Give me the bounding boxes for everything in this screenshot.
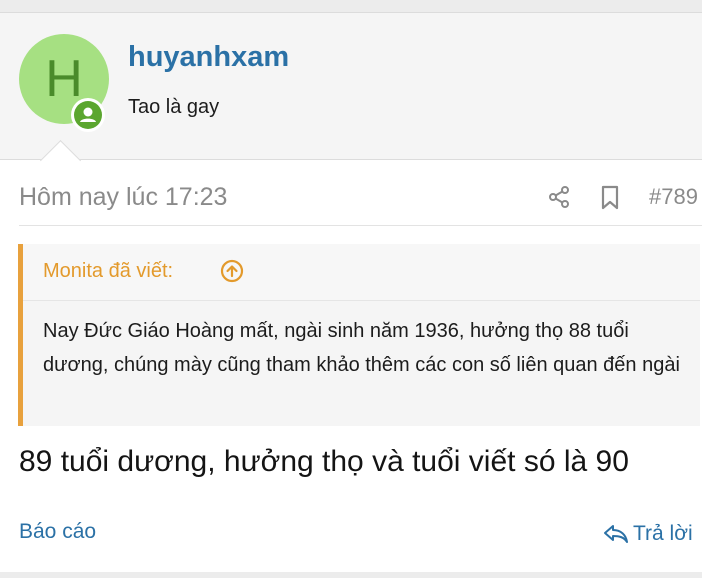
arrow-up-circle-icon[interactable] [220,259,244,283]
quote-author[interactable]: Monita đã viết: [43,260,173,283]
post-number-link[interactable]: #789 [649,184,698,210]
quote-text: Nay Đức Giáo Hoàng mất, ngài sinh năm 19… [43,320,680,376]
reply-icon [604,525,628,543]
post-container: H huyanhxam Tao là gay Hôm nay lúc 17:23… [0,12,702,573]
quote-header: Monita đã viết: [23,244,700,301]
bookmark-icon[interactable] [599,185,621,211]
post-meta: Hôm nay lúc 17:23 #789 [19,181,702,226]
share-icon[interactable] [547,185,571,209]
top-strip [0,0,702,12]
reply-label: Trả lời [633,522,693,545]
report-link[interactable]: Báo cáo [19,520,96,544]
username-link[interactable]: huyanhxam [128,41,289,74]
reply-button[interactable]: Trả lời [603,520,693,548]
bottom-strip [0,572,702,578]
post-message: 89 tuổi dương, hưởng thọ và tuổi viết só… [19,445,629,478]
user-block: H huyanhxam Tao là gay [0,13,702,160]
online-status-badge [71,98,105,132]
user-title: Tao là gay [128,96,220,118]
quote-block: Monita đã viết: Nay Đức Giáo Hoàng mất, … [18,244,700,426]
user-online-icon [80,107,96,122]
post-date-link[interactable]: Hôm nay lúc 17:23 [19,183,227,212]
